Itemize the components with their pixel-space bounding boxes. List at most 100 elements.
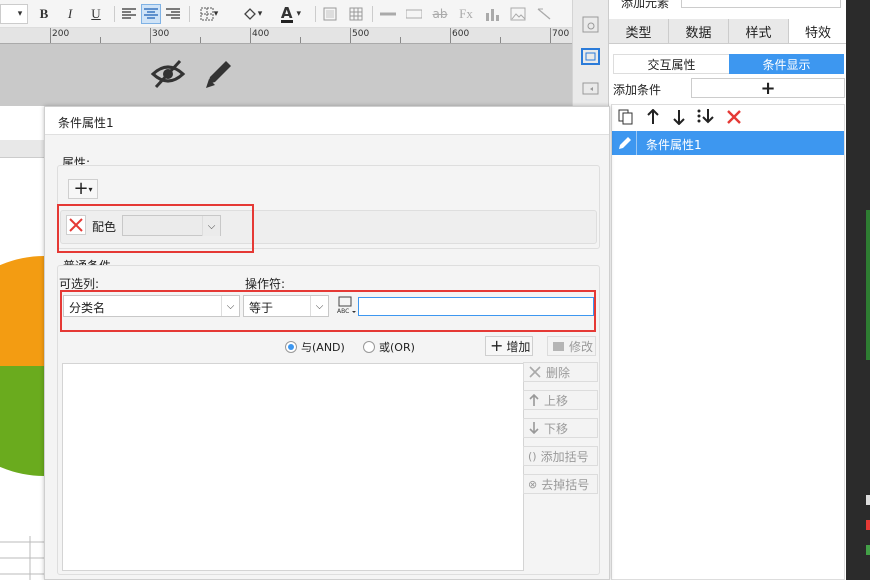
or-label: 或(OR) [379, 341, 415, 354]
table-icon[interactable] [346, 4, 366, 24]
grid-lines [0, 536, 44, 580]
dialog-title: 条件属性1 [45, 107, 609, 135]
panel-icon[interactable] [582, 82, 600, 96]
widget-frame-icon[interactable] [581, 48, 601, 66]
edit-pencil-icon [619, 137, 631, 149]
and-radio[interactable]: 与(AND) [285, 339, 345, 355]
move-down-button[interactable]: 下移 [523, 418, 598, 438]
formula-icon[interactable]: Fx [456, 4, 476, 24]
modify-label: 修改 [569, 339, 594, 354]
copy-icon[interactable] [618, 109, 634, 125]
condition-attribute-dialog: 条件属性1 属性: +▾ 配色 ⌵ 普通条件 可选列: 操作符: 分类名⌵ 等于… [44, 106, 610, 580]
align-center-icon[interactable] [141, 4, 161, 24]
frame-icon[interactable] [320, 4, 340, 24]
radio-checked-icon [285, 341, 297, 353]
remove-bracket-icon: ⊗ [528, 477, 538, 491]
ruler-label: 200 [52, 29, 70, 39]
subtab-label: 交互属性 [647, 57, 696, 72]
add-condition-button[interactable]: + 增加 [485, 336, 533, 356]
move-down-icon[interactable] [672, 109, 686, 125]
strikethrough-icon[interactable]: ab [430, 4, 450, 24]
move-down-label: 下移 [544, 421, 569, 436]
highlight-box [57, 204, 254, 253]
tab-label: 样式 [745, 25, 772, 41]
fill-color-icon[interactable]: ▾ [236, 4, 268, 24]
desktop-edge [846, 0, 870, 580]
align-left-icon[interactable] [119, 4, 139, 24]
tab-data[interactable]: 数据 [669, 19, 729, 43]
ruler-label: 600 [452, 29, 470, 39]
move-up-icon[interactable] [646, 109, 660, 125]
or-radio[interactable]: 或(OR) [363, 339, 415, 355]
move-bottom-icon[interactable] [696, 108, 714, 126]
list-item-label: 条件属性1 [646, 138, 702, 152]
format-toolbar: ▾ B I U ▾ ▾ A ▾ ab Fx [0, 0, 572, 28]
add-bracket-label: 添加括号 [540, 449, 589, 464]
canvas-area [0, 44, 572, 106]
arrow-up-icon [529, 394, 539, 406]
remove-bracket-label: 去掉括号 [541, 477, 590, 492]
highlight-box [60, 290, 596, 332]
chart-icon[interactable] [482, 4, 502, 24]
tab-label: 类型 [625, 25, 652, 41]
ruler-label: 700 [552, 29, 570, 39]
edit-pencil-icon[interactable] [202, 58, 236, 90]
insert-field-icon[interactable] [404, 4, 424, 24]
pie-chart-fragment [0, 256, 44, 476]
add-label: 增加 [506, 339, 531, 354]
column-header [0, 140, 44, 158]
report-preview [0, 106, 44, 580]
add-bracket-button[interactable]: () 添加括号 [523, 446, 598, 466]
close-icon [529, 366, 541, 378]
hide-eye-icon[interactable] [150, 58, 186, 90]
modify-button[interactable]: 修改 [547, 336, 596, 356]
arrow-down-icon [529, 422, 539, 434]
remove-bracket-button[interactable]: ⊗ 去掉括号 [523, 474, 598, 494]
italic-button[interactable]: I [60, 4, 80, 24]
add-attribute-button[interactable]: + ▾ [68, 179, 98, 199]
desktop-background [866, 210, 870, 360]
add-element-field[interactable] [681, 0, 841, 8]
list-item[interactable]: 条件属性1 [612, 131, 844, 155]
delete-icon[interactable] [726, 109, 742, 125]
and-label: 与(AND) [301, 341, 345, 354]
tab-type[interactable]: 类型 [609, 19, 669, 43]
delete-button[interactable]: 删除 [523, 362, 598, 382]
property-panel: 添加元素 类型 数据 样式 特效 交互属性 条件显示 添加条件 + 条件属性1 [608, 0, 847, 580]
slash-icon[interactable] [534, 4, 554, 24]
bracket-icon: () [528, 449, 537, 463]
add-condition-button[interactable]: + [691, 77, 845, 99]
tab-style[interactable]: 样式 [729, 19, 789, 43]
condition-list[interactable] [62, 363, 524, 571]
tab-effects[interactable]: 特效 [789, 19, 847, 43]
plus-icon: + [490, 336, 504, 355]
tab-label: 数据 [685, 25, 712, 41]
move-up-label: 上移 [544, 393, 569, 408]
split-icon[interactable] [378, 4, 398, 24]
border-icon[interactable]: ▾ [194, 4, 224, 24]
ruler-label: 500 [352, 29, 370, 39]
subtab-condition-display[interactable]: 条件显示 [729, 54, 844, 74]
underline-button[interactable]: U [86, 4, 106, 24]
bold-button[interactable]: B [34, 4, 54, 24]
subtab-label: 条件显示 [762, 57, 811, 72]
radio-unchecked-icon [363, 341, 375, 353]
delete-label: 删除 [546, 365, 571, 380]
font-size-dropdown[interactable]: ▾ [0, 4, 28, 24]
subtab-interaction[interactable]: 交互属性 [613, 54, 730, 74]
horizontal-ruler: 200 300 400 500 600 700 [0, 28, 572, 44]
plus-icon: + [760, 77, 776, 99]
align-right-icon[interactable] [163, 4, 183, 24]
condition-list-panel: 条件属性1 [611, 104, 845, 580]
ruler-label: 400 [252, 29, 270, 39]
image-icon[interactable] [508, 4, 528, 24]
add-condition-label: 添加条件 [613, 83, 662, 97]
tab-label: 特效 [804, 25, 831, 41]
chevron-down-icon: ▾ [17, 9, 23, 19]
move-up-button[interactable]: 上移 [523, 390, 598, 410]
add-element-label: 添加元素 [621, 0, 670, 10]
modify-icon [553, 342, 564, 351]
ruler-label: 300 [152, 29, 170, 39]
layout-icon[interactable] [582, 16, 600, 34]
font-color-icon[interactable]: A ▾ [274, 4, 308, 24]
